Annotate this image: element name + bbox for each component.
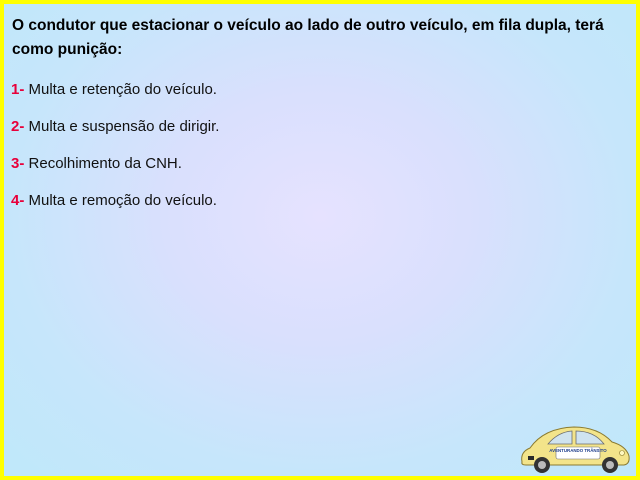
option-number: 1-: [11, 81, 25, 98]
question-text: O condutor que estacionar o veículo ao l…: [12, 17, 604, 58]
option-label: Multa e retenção do veículo.: [28, 81, 217, 98]
option-label: Multa e suspensão de dirigir.: [28, 118, 220, 135]
option-number: 3-: [11, 155, 25, 172]
option-3[interactable]: 3- Recolhimento da CNH.: [11, 152, 219, 189]
option-number: 2-: [11, 118, 25, 135]
slide: O condutor que estacionar o veículo ao l…: [0, 0, 640, 480]
option-label: Multa e remoção do veículo.: [28, 192, 217, 209]
beetle-car-icon: AVENTURANDO TRÂNSITO: [521, 426, 630, 473]
logo-text: AVENTURANDO TRÂNSITO: [549, 448, 607, 453]
options-list: 1- Multa e retenção do veículo. 2- Multa…: [11, 78, 219, 226]
option-4[interactable]: 4- Multa e remoção do veículo.: [11, 189, 219, 226]
option-1[interactable]: 1- Multa e retenção do veículo.: [11, 78, 219, 115]
option-label: Recolhimento da CNH.: [28, 155, 182, 172]
option-2[interactable]: 2- Multa e suspensão de dirigir.: [11, 115, 219, 152]
option-number: 4-: [11, 192, 25, 209]
